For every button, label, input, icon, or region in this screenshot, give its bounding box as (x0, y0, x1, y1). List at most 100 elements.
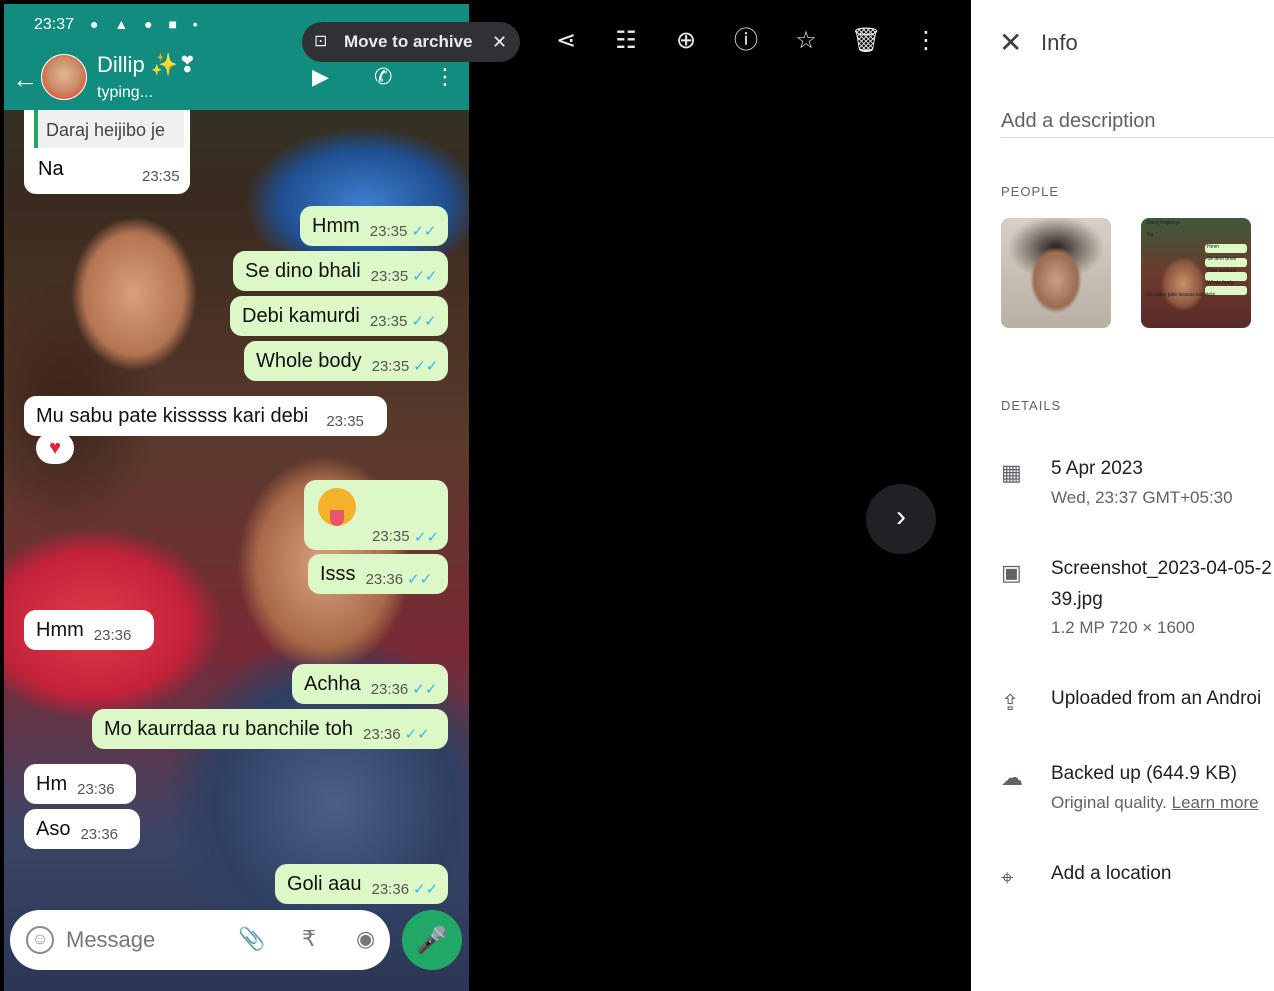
read-tick-icon: ✓✓ (411, 223, 437, 240)
upload-icon: ⇪ (1001, 690, 1020, 715)
quality-line: Original quality. Learn more (1051, 793, 1259, 813)
person-thumbnail[interactable]: Daraj heijibo je Na Hmm Se dino bhali Debi k… (1141, 218, 1251, 328)
message-text: Isss (320, 563, 356, 585)
share-icon[interactable]: ⋖ (551, 26, 581, 56)
message-bubble: Isss 23:36 ✓✓ (308, 554, 448, 594)
message-text: Aso (36, 818, 71, 840)
add-location-link[interactable]: Add a location (1051, 863, 1171, 885)
thumb-line: Whole body (1207, 280, 1234, 286)
message-time: 23:36 (77, 781, 115, 798)
photo-viewer: 23:37 ● ▲ ● ■ • ← Dillip ✨❣ typing... ▶ … (0, 0, 971, 991)
move-to-archive-button[interactable]: ⊡ Move to archive ✕ (302, 22, 520, 62)
emoji-icon: ☺ (26, 926, 54, 954)
message-time: 23:36 (93, 627, 132, 644)
message-text: Mu sabu pate kisssss kari debi (36, 405, 309, 427)
message-time: 23:36 (365, 571, 404, 588)
message-bubble: Mo kaurrdaa ru banchile toh 23:36 ✓✓ (92, 709, 448, 749)
heart-reaction-icon: ♥ (36, 432, 74, 464)
chat-messages: Daraj heijibo je Na 23:35 Hmm 23:35 ✓✓ Se … (4, 110, 469, 910)
message-bubble: Achha 23:36 ✓✓ (292, 664, 448, 704)
file-name-line1: Screenshot_2023-04-05-2 (1051, 558, 1272, 579)
thumb-line: Debi kamurdi (1207, 268, 1237, 274)
message-time: 23:36 (363, 726, 401, 743)
info-panel: ✕ Info Add a description PEOPLE Daraj he… (971, 0, 1274, 991)
message-time: 23:35 (369, 313, 408, 330)
message-time: 23:35 (372, 528, 410, 545)
message-bubble: Se dino bhali 23:35 ✓✓ (233, 251, 448, 291)
emoji-message: 23:35 ✓✓ (304, 480, 448, 550)
date: 5 Apr 2023 (1051, 458, 1143, 479)
thumb-line: Na (1147, 232, 1154, 238)
archive-label: Move to archive (344, 32, 473, 51)
message-text: Goli aau (287, 873, 362, 895)
message-time: 23:35 (326, 413, 364, 430)
delete-icon[interactable]: 🗑 (851, 26, 881, 56)
screenshot-photo: 23:37 ● ▲ ● ■ • ← Dillip ✨❣ typing... ▶ … (4, 4, 469, 991)
location-pin-icon: ⌖ (1001, 865, 1014, 890)
close-icon[interactable]: ✕ (492, 22, 507, 62)
date-detail: Wed, 23:37 GMT+05:30 (1051, 488, 1233, 507)
avatar (41, 54, 87, 100)
video-call-icon: ▶ (312, 64, 329, 89)
read-tick-icon: ✓✓ (411, 313, 437, 330)
description-input[interactable]: Add a description (1001, 110, 1274, 138)
calendar-icon: ▦ (1001, 460, 1022, 485)
contact-status: typing... (97, 84, 154, 101)
read-tick-icon: ✓✓ (413, 358, 439, 375)
star-icon[interactable]: ☆ (791, 26, 821, 56)
message-bubble: Hmm 23:35 ✓✓ (300, 206, 448, 246)
details-header: DETAILS (1001, 398, 1062, 413)
uploaded-from: Uploaded from an Androi (1051, 688, 1262, 709)
zoom-in-icon[interactable]: ⊕ (671, 26, 701, 56)
info-title: Info (1041, 30, 1078, 55)
message-text: Hmm (312, 215, 360, 237)
info-icon[interactable]: ⓘ (731, 26, 761, 56)
message-bubble: Hm 23:36 (24, 764, 136, 804)
message-bubble: Whole body 23:35 ✓✓ (244, 341, 448, 381)
contact-name: Dillip ✨❣ (97, 52, 197, 77)
message-time: 23:36 (80, 826, 119, 843)
tongue-shape (330, 510, 344, 526)
phone-call-icon: ✆ (374, 64, 393, 89)
status-icons: ● ▲ ● ■ • (90, 16, 204, 32)
file-meta: 1.2 MP 720 × 1600 (1051, 618, 1195, 637)
message-input-bar: ☺ Message 📎 ₹ ◉ (10, 910, 390, 970)
message-bubble: Hmm 23:36 (24, 610, 154, 650)
quote-time: 23:35 (142, 168, 180, 185)
back-arrow-icon: ← (12, 64, 38, 94)
more-vert-icon: ⋮ (434, 64, 456, 89)
quote-reply: Na (38, 158, 64, 180)
message-text: Mo kaurrdaa ru banchile toh (104, 718, 354, 740)
edit-icon[interactable]: ☷ (611, 26, 641, 56)
message-time: 23:35 (371, 358, 410, 375)
message-text: Se dino bhali (245, 260, 361, 282)
people-header: PEOPLE (1001, 184, 1060, 199)
message-time: 23:36 (370, 681, 409, 698)
message-text: Hmm (36, 619, 84, 641)
backed-up: Backed up (644.9 KB) (1051, 763, 1237, 784)
more-options-icon[interactable]: ⋮ (911, 26, 941, 56)
close-icon[interactable]: ✕ (999, 26, 1022, 59)
next-photo-button[interactable]: › (866, 484, 936, 554)
thumb-line: Mu sabu pate kisssss kari debi (1147, 292, 1216, 298)
message-time: 23:35 (370, 268, 409, 285)
message-text: Hm (36, 773, 68, 795)
learn-more-link[interactable]: Learn more (1172, 793, 1259, 812)
rupee-icon: ₹ (302, 926, 316, 951)
read-tick-icon: ✓✓ (412, 681, 438, 698)
read-tick-icon: ✓✓ (407, 571, 433, 588)
message-text: Achha (304, 673, 361, 695)
person-thumbnail[interactable] (1001, 218, 1111, 328)
message-time: 23:36 (371, 881, 410, 898)
read-tick-icon: ✓✓ (413, 881, 439, 898)
quoted-message: Daraj heijibo je Na 23:35 (24, 110, 190, 194)
message-placeholder: Message (66, 927, 156, 952)
status-time: 23:37 (34, 16, 75, 33)
mic-icon: 🎤 (402, 910, 462, 970)
read-tick-icon: ✓✓ (412, 268, 438, 285)
message-bubble: Aso 23:36 (24, 809, 140, 849)
read-tick-icon: ✓✓ (404, 726, 430, 743)
image-icon: ▣ (1001, 560, 1022, 585)
file-name-line2: 39.jpg (1051, 589, 1103, 610)
quote-text: Daraj heijibo je (46, 120, 166, 140)
